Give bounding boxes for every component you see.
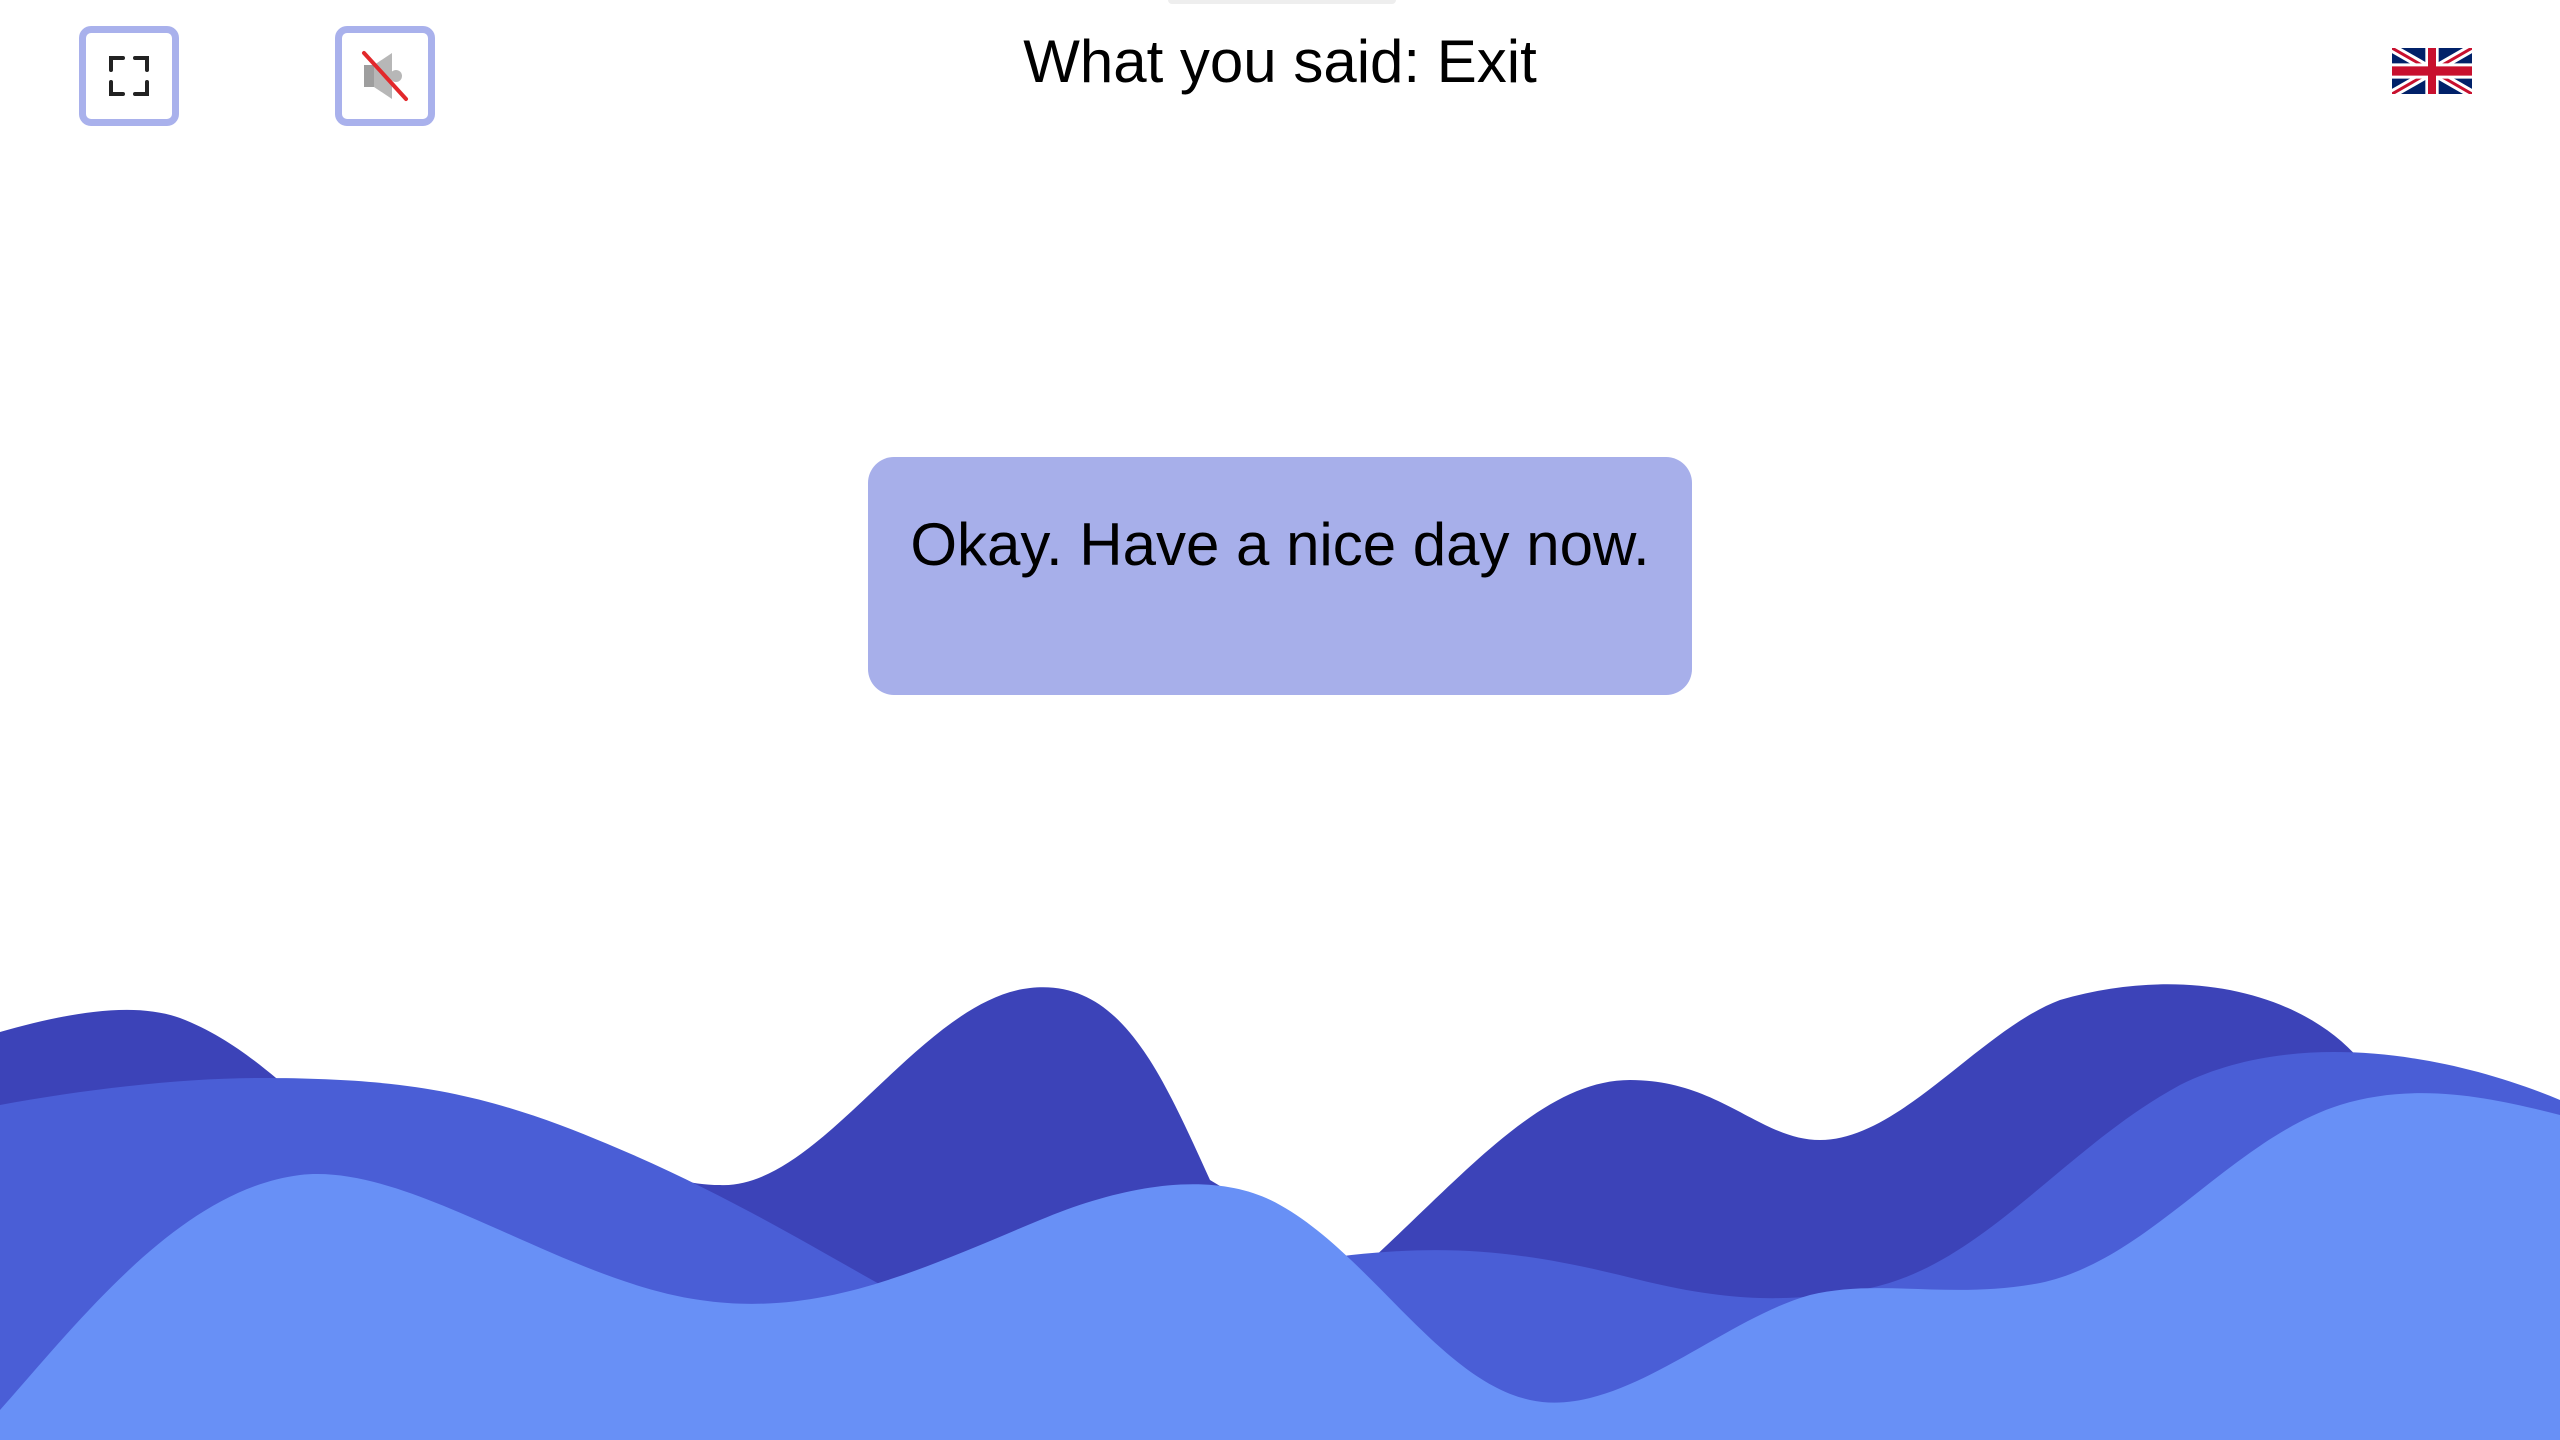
uk-flag-icon[interactable] [2392, 48, 2472, 94]
assistant-response-text: Okay. Have a nice day now. [910, 511, 1650, 578]
app-screen: What you said: Exit Okay. Have a nice da… [0, 0, 2560, 1440]
assistant-response-bubble: Okay. Have a nice day now. [868, 457, 1692, 695]
wave-background [0, 984, 2560, 1440]
recognized-speech-text: What you said: Exit [1023, 28, 1537, 95]
